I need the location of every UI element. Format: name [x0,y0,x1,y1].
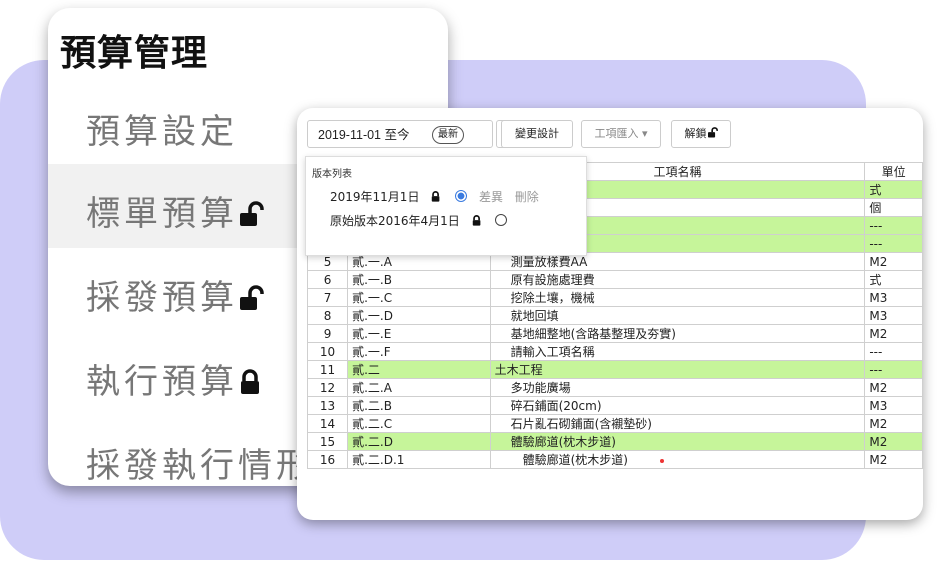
import-items-button[interactable]: 工項匯入 ▾ [581,120,661,148]
name-cell: 基地細整地(含路基整理及夯實) [489,324,866,343]
table-row[interactable]: 9 貳.一.E 基地細整地(含路基整理及夯實) M2 [306,324,923,343]
name-cell: 就地回填 [489,306,866,325]
unit-cell: M2 [864,324,923,343]
name-cell: 碎石鋪面(20cm) [489,396,866,415]
name-cell: 多功能廣場 [489,378,866,397]
sidebar-item-label: 執行預算 [86,362,238,402]
latest-badge: 最新 [432,126,464,144]
diff-link[interactable]: 差異 [479,187,503,207]
code-cell: 貳.二.C [347,414,491,433]
index-cell: 8 [306,306,349,325]
unit-cell: M3 [864,396,923,415]
unit-cell: M2 [864,414,923,433]
unit-cell: --- [864,360,923,379]
unit-cell: --- [864,234,923,253]
version-select[interactable]: 2019-11-01 至今 最新 [307,120,493,148]
index-cell: 10 [306,342,349,361]
table-row[interactable]: 14 貳.二.C 石片亂石砌鋪面(含襯墊砂) M2 [306,414,923,433]
code-cell: 貳.一.E [347,324,491,343]
cursor-dot [660,459,664,463]
unit-cell: M3 [864,306,923,325]
version-date: 原始版本2016年4月1日 [330,214,460,228]
code-cell: 貳.一.C [347,288,491,307]
table-row[interactable]: 12 貳.二.A 多功能廣場 M2 [306,378,923,397]
version-row[interactable]: 原始版本2016年4月1日 [330,211,508,231]
delete-link[interactable]: 刪除 [515,187,539,207]
unlock-icon [240,201,264,226]
unit-cell: M2 [864,378,923,397]
budget-panel: 2019-11-01 至今 最新 ▼ 變更設計 工項匯入 ▾ 解鎖 版本列表 2… [297,108,923,520]
sidebar-item-label: 標單預算 [86,194,238,234]
name-cell: 體驗廊道(枕木步道) [489,450,866,469]
name-cell: 石片亂石砌鋪面(含襯墊砂) [489,414,866,433]
index-cell: 16 [306,450,349,469]
index-cell: 7 [306,288,349,307]
unlock-icon [240,285,264,310]
table-row[interactable]: 7 貳.一.C 挖除土壤，機械 M3 [306,288,923,307]
name-cell: 體驗廊道(枕木步道) [489,432,866,451]
unit-cell: M2 [864,450,923,469]
unit-cell: M3 [864,288,923,307]
unit-cell: M2 [864,432,923,451]
table-row[interactable]: 11 貳.二 土木工程 --- [306,360,923,379]
name-cell: 請輸入工項名稱 [489,342,866,361]
unit-cell: --- [864,342,923,361]
code-cell: 貳.一.B [347,270,491,289]
code-cell: 貳.一.D [347,306,491,325]
lock-icon [472,215,481,226]
index-cell: 6 [306,270,349,289]
sidebar-item-label: 採發預算 [86,278,238,318]
version-label: 2019-11-01 至今 [318,128,410,142]
unlock-icon [707,127,718,138]
index-cell: 13 [306,396,349,415]
table-row[interactable]: 10 貳.一.F 請輸入工項名稱 --- [306,342,923,361]
unit-cell: 個 [864,198,923,217]
unit-cell: 式 [864,180,923,199]
lock-icon [241,369,259,394]
index-cell: 9 [306,324,349,343]
index-cell: 12 [306,378,349,397]
table-row[interactable]: 6 貳.一.B 原有設施處理費式 [306,270,923,289]
unit-cell: --- [864,216,923,235]
unit-cell: 式 [864,270,923,289]
version-row[interactable]: 2019年11月1日 差異 刪除 [330,187,539,207]
lock-icon [432,191,440,202]
code-cell: 貳.二.D [347,432,491,451]
version-radio[interactable] [455,190,468,202]
toolbar: 2019-11-01 至今 最新 ▼ 變更設計 工項匯入 ▾ 解鎖 [297,108,923,156]
version-list-dropdown: 版本列表 2019年11月1日 差異 刪除 原始版本2016年4月1日 [305,156,587,256]
code-cell: 貳.二.D.1 [347,450,491,469]
col-header-unit: 單位 [864,162,923,181]
version-list-header: 版本列表 [312,169,352,180]
table-row[interactable]: 8 貳.一.D 就地回填 M3 [306,306,923,325]
version-date: 2019年11月1日 [330,190,420,204]
sidebar-item-label: 採發執行情形 [86,446,314,486]
index-cell: 11 [306,360,349,379]
name-cell: 挖除土壤，機械 [489,288,866,307]
version-radio[interactable] [495,214,508,226]
code-cell: 貳.二 [347,360,491,379]
unlock-button[interactable]: 解鎖 [671,120,731,148]
index-cell: 15 [306,432,349,451]
code-cell: 貳.一.F [347,342,491,361]
name-cell: 原有設施處理費 [489,270,866,289]
table-row[interactable]: 13 貳.二.B 碎石鋪面(20cm) M3 [306,396,923,415]
sidebar-title: 預算管理 [60,33,209,74]
index-cell: 14 [306,414,349,433]
table-row[interactable]: 15 貳.二.D 體驗廊道(枕木步道) M2 [306,432,923,451]
table-row[interactable]: 16 貳.二.D.1 體驗廊道(枕木步道) M2 [306,450,923,469]
unlock-button-label: 解鎖 [684,127,707,140]
unit-cell: M2 [864,252,923,271]
name-cell: 土木工程 [489,360,866,379]
change-design-button[interactable]: 變更設計 [501,120,573,148]
sidebar-item-label: 預算設定 [86,112,238,152]
code-cell: 貳.二.B [347,396,491,415]
code-cell: 貳.二.A [347,378,491,397]
